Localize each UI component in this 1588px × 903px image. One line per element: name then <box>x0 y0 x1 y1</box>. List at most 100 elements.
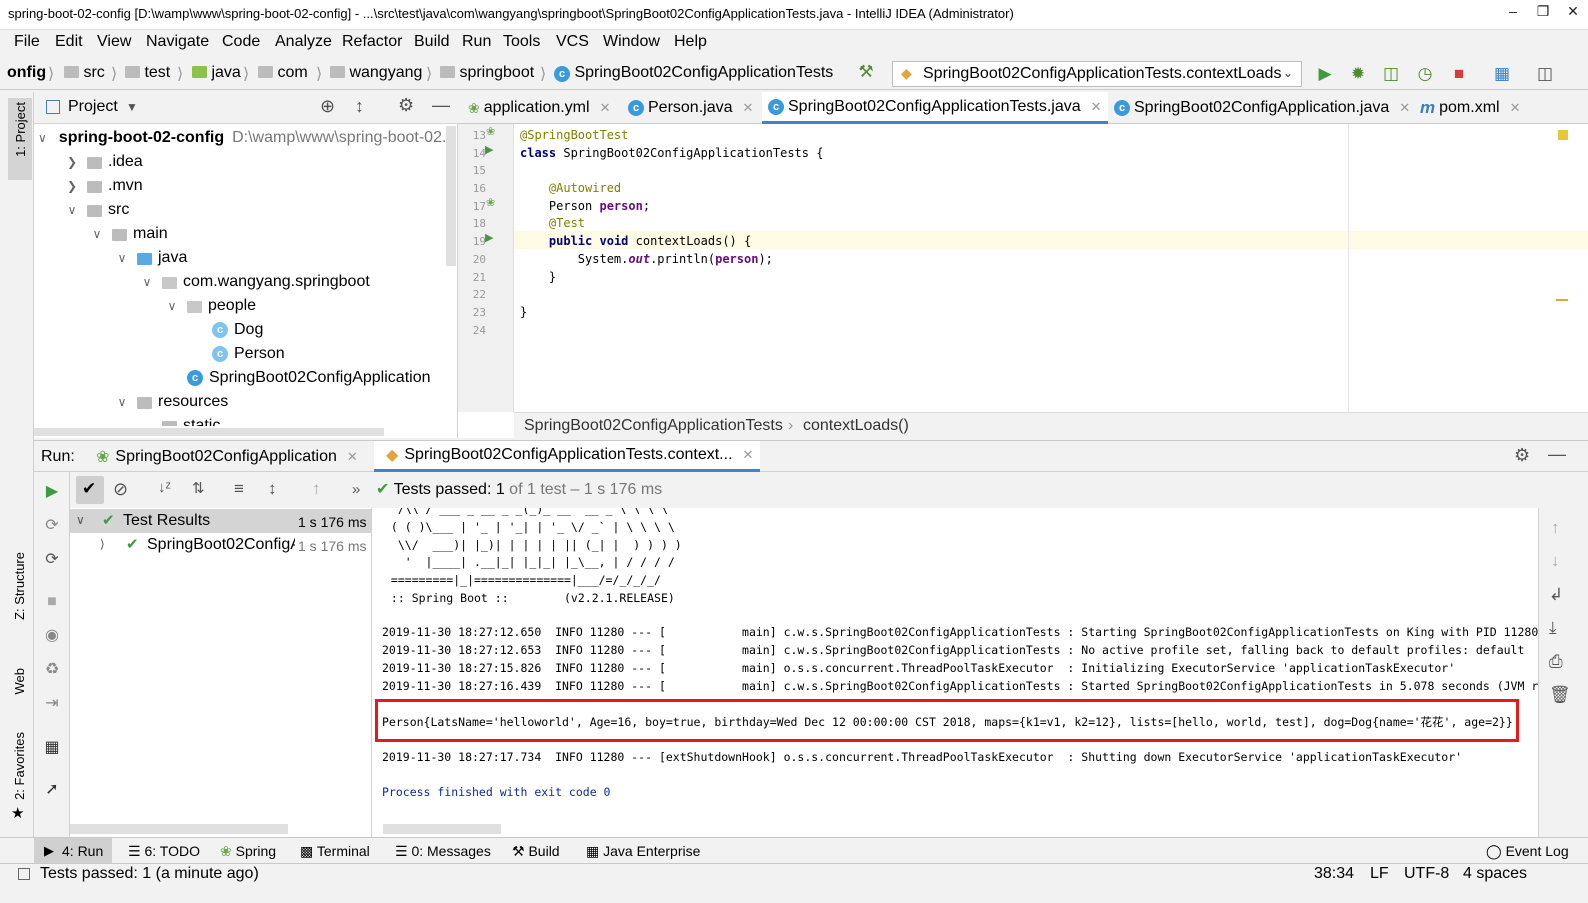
camera-icon[interactable]: ◉ <box>42 625 62 645</box>
tab-pom-xml[interactable]: m pom.xml ✕ <box>1420 92 1520 124</box>
gear-icon[interactable]: ⚙ <box>398 95 414 116</box>
tool-window-structure[interactable]: Z: Structure <box>12 552 27 620</box>
chevron-right-icon[interactable]: ❯ <box>63 155 81 169</box>
collapse-all-icon[interactable]: ↕ <box>268 479 277 499</box>
breadcrumb-com[interactable]: com <box>258 64 308 82</box>
tool-window-project[interactable]: 1: Project <box>8 98 32 180</box>
breadcrumb-wangyang[interactable]: wangyang <box>330 64 422 82</box>
menu-view[interactable]: View <box>97 33 131 51</box>
tab-springboot02configapplication-java[interactable]: c SpringBoot02ConfigApplication.java ✕ <box>1114 92 1410 124</box>
console-hscrollbar[interactable] <box>383 824 501 834</box>
breadcrumb-test[interactable]: test <box>125 64 170 82</box>
chevron-down-icon[interactable]: ▼ <box>126 100 138 114</box>
file-encoding[interactable]: UTF-8 <box>1404 865 1449 883</box>
run-configuration-select[interactable]: ◆ SpringBoot02ConfigApplicationTests.con… <box>892 61 1302 87</box>
menu-file[interactable]: File <box>14 33 40 51</box>
tree-node[interactable]: ∨ com.wangyang.springboot <box>38 270 454 294</box>
tree-node[interactable]: ∨ people <box>38 294 454 318</box>
close-tab-icon[interactable]: ✕ <box>743 447 754 463</box>
collapse-all-icon[interactable]: ↕ <box>355 96 364 117</box>
rerun-icon[interactable]: ▶ <box>42 481 62 501</box>
scroll-to-end-icon[interactable]: ⤓ <box>1549 618 1557 638</box>
close-window-button[interactable]: ✕ <box>1558 0 1588 24</box>
sort-duration-icon[interactable]: ⇅ <box>192 479 205 497</box>
chevron-down-icon[interactable]: ∨ <box>113 251 131 265</box>
menu-build[interactable]: Build <box>414 33 450 51</box>
tool-tab-java-enterprise[interactable]: ▦ Java Enterprise <box>586 843 700 860</box>
close-tab-icon[interactable]: ✕ <box>743 100 754 116</box>
run-icon[interactable]: ▶ <box>1315 64 1335 84</box>
tab-application-yml[interactable]: ❀ application.yml ✕ <box>468 92 610 124</box>
inspection-indicator[interactable] <box>1558 130 1568 140</box>
menu-help[interactable]: Help <box>674 33 707 51</box>
breadcrumb-java[interactable]: java <box>192 64 241 82</box>
tree-node[interactable]: c SpringBoot02ConfigApplication <box>38 366 454 390</box>
chevron-down-icon[interactable]: ∨ <box>38 131 47 145</box>
up-arrow-icon[interactable]: ↑ <box>1551 518 1560 538</box>
tool-window-favorites[interactable]: 2: Favorites <box>12 732 27 800</box>
close-tab-icon[interactable]: ✕ <box>1091 99 1102 115</box>
menu-window[interactable]: Window <box>603 33 660 51</box>
tool-tab-messages[interactable]: ☰ 0: Messages <box>395 843 491 860</box>
status-message[interactable]: Tests passed: 1 (a minute ago) <box>40 865 259 883</box>
layout-icon[interactable]: ▦ <box>42 737 62 757</box>
minimize-button[interactable]: – <box>1498 0 1528 24</box>
tree-node[interactable]: ∨ src <box>38 198 454 222</box>
rerun-failed-icon[interactable]: ⟳ <box>42 515 62 535</box>
more-icon[interactable]: » <box>352 481 360 498</box>
run-tab-tests[interactable]: ◆ SpringBoot02ConfigApplicationTests.con… <box>374 441 760 472</box>
tool-tab-todo[interactable]: ☰ 6: TODO <box>128 843 200 860</box>
breadcrumb-project[interactable]: onfig <box>7 64 46 82</box>
menu-tools[interactable]: Tools <box>503 33 540 51</box>
menu-run[interactable]: Run <box>462 33 491 51</box>
show-ignored-icon[interactable]: ⊘ <box>113 479 128 500</box>
chevron-down-icon[interactable]: ∨ <box>163 299 181 313</box>
tab-springboot02configapplicationtests-java[interactable]: c SpringBoot02ConfigApplicationTests.jav… <box>762 92 1108 124</box>
menu-refactor[interactable]: Refactor <box>342 33 402 51</box>
tree-node[interactable]: ❯ .mvn <box>38 174 454 198</box>
indent-setting[interactable]: 4 spaces <box>1463 865 1527 883</box>
tab-person-java[interactable]: c Person.java ✕ <box>628 92 753 124</box>
coverage-icon[interactable]: ◫ <box>1381 64 1401 84</box>
close-tab-icon[interactable]: ✕ <box>600 100 611 116</box>
tree-hscrollbar[interactable] <box>34 428 384 436</box>
chevron-down-icon[interactable]: ∨ <box>88 227 106 241</box>
tree-node[interactable]: c Dog <box>38 318 454 342</box>
project-structure-icon[interactable]: ▦ <box>1492 64 1512 84</box>
soft-wrap-icon[interactable]: ↲ <box>1549 585 1563 605</box>
menu-navigate[interactable]: Navigate <box>146 33 209 51</box>
test-class-row[interactable]: ⟩ ✔ SpringBoot02ConfigA 1 s 176 ms <box>70 533 371 557</box>
close-tab-icon[interactable]: ✕ <box>1510 100 1521 116</box>
console-output[interactable]: /\\ / ___'_ __ _ _(_)_ __ __ _ \ \ \ \ (… <box>372 508 1538 837</box>
pin-icon[interactable]: ➚ <box>42 779 62 799</box>
stop-icon[interactable]: ■ <box>1449 64 1469 84</box>
show-passed-toggle[interactable]: ✔ <box>76 476 104 504</box>
build-hammer-icon[interactable]: ⚒ <box>856 62 876 82</box>
maximize-button[interactable]: ❐ <box>1528 0 1558 24</box>
tree-node[interactable]: c Person <box>38 342 454 366</box>
hide-panel-icon[interactable]: — <box>432 95 450 116</box>
gear-icon[interactable]: ⚙ <box>1514 445 1530 466</box>
tree-scrollbar[interactable] <box>446 126 456 266</box>
stop-icon[interactable]: ■ <box>42 593 62 613</box>
chevron-down-icon[interactable]: ∨ <box>113 395 131 409</box>
test-results-row[interactable]: ∨ ✔ Test Results 1 s 176 ms <box>70 509 371 533</box>
close-tab-icon[interactable]: ✕ <box>1399 100 1410 116</box>
previous-failed-icon[interactable]: ↑ <box>312 479 321 499</box>
breadcrumb-class[interactable]: SpringBoot02ConfigApplicationTests <box>524 417 783 435</box>
tool-tab-spring[interactable]: ❀ Spring <box>220 843 276 860</box>
expand-all-icon[interactable]: ≡ <box>234 479 244 499</box>
run-test-gutter-icon[interactable]: ▶ <box>485 143 493 156</box>
tree-node[interactable]: ∨ resources <box>38 390 454 414</box>
import-icon[interactable]: ⇥ <box>42 693 62 713</box>
tool-tab-terminal[interactable]: ▩ Terminal <box>300 843 370 860</box>
chevron-right-icon[interactable]: ❯ <box>63 179 81 193</box>
breadcrumb-class[interactable]: c SpringBoot02ConfigApplicationTests <box>554 64 833 82</box>
menu-analyze[interactable]: Analyze <box>275 33 332 51</box>
tool-tab-build[interactable]: ⚒ Build <box>512 843 560 860</box>
print-icon[interactable]: ⎙ <box>1549 652 1563 672</box>
sort-alpha-icon[interactable]: ↓ᶻ <box>158 479 171 496</box>
trash-icon[interactable]: 🗑 <box>1549 685 1571 705</box>
debug-icon[interactable]: ✹ <box>1348 64 1368 84</box>
code-content[interactable]: @SpringBootTest class SpringBoot02Config… <box>520 124 1580 412</box>
